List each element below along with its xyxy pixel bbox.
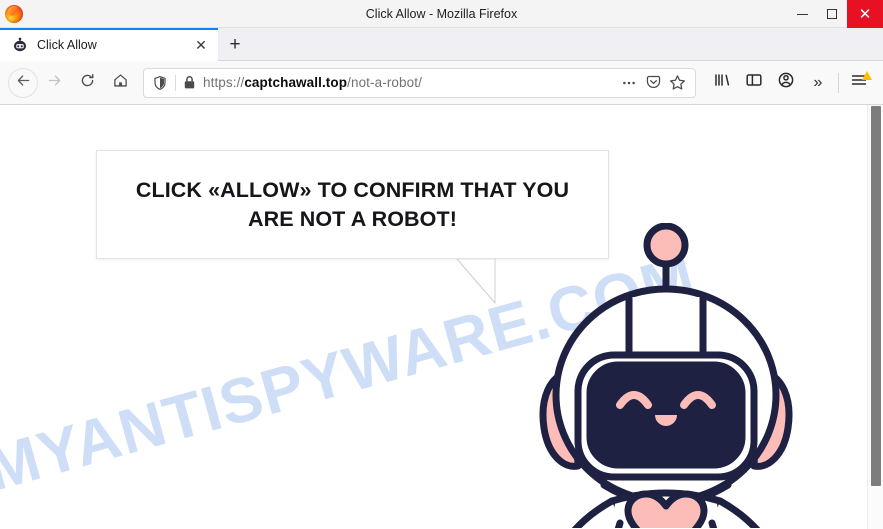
- message-line-1: CLICK «ALLOW» TO CONFIRM THAT YOU: [135, 178, 570, 203]
- warning-triangle-icon: [862, 70, 872, 80]
- sidebar-button[interactable]: [738, 68, 770, 98]
- robot-favicon-icon: [12, 37, 28, 53]
- close-icon: ✕: [858, 6, 872, 23]
- page-content: MYANTISPYWARE.COM CLICK «ALLOW» TO CONFI…: [0, 105, 883, 528]
- forward-button[interactable]: [38, 68, 71, 98]
- scrollbar-thumb[interactable]: [871, 106, 881, 486]
- browser-window: Click Allow - Mozilla Firefox ✕ Click Al…: [0, 0, 883, 529]
- message-line-2: ARE NOT A ROBOT!: [247, 206, 457, 231]
- url-text: https://captchawall.top/not-a-robot/: [203, 75, 617, 90]
- minimize-button[interactable]: [787, 0, 817, 28]
- window-controls: ✕: [787, 0, 883, 28]
- close-button[interactable]: ✕: [847, 0, 883, 28]
- home-button[interactable]: [104, 68, 137, 98]
- toolbar-divider: [838, 72, 839, 93]
- robot-illustration: [516, 222, 816, 528]
- url-scheme: https://: [203, 75, 245, 90]
- reload-button[interactable]: [71, 68, 104, 98]
- back-button[interactable]: [8, 67, 38, 98]
- tab-title: Click Allow: [37, 37, 97, 52]
- url-host: captchawall.top: [244, 75, 348, 90]
- pocket-save-icon[interactable]: [641, 71, 665, 95]
- tracking-protection-shield-icon[interactable]: [152, 75, 168, 91]
- message-text: CLICK «ALLOW» TO CONFIRM THAT YOU ARE NO…: [136, 176, 569, 233]
- forward-arrow-icon: [46, 72, 63, 94]
- new-tab-button[interactable]: +: [218, 28, 252, 61]
- address-bar[interactable]: https://captchawall.top/not-a-robot/: [143, 67, 696, 98]
- library-button[interactable]: [706, 68, 738, 98]
- home-icon: [112, 72, 129, 94]
- minimize-icon: [796, 13, 808, 15]
- vertical-scrollbar[interactable]: [867, 105, 883, 529]
- application-menu-button[interactable]: [843, 68, 875, 98]
- account-button[interactable]: [770, 68, 802, 98]
- chevron-double-right-icon: »: [813, 73, 823, 91]
- message-bubble: CLICK «ALLOW» TO CONFIRM THAT YOU ARE NO…: [96, 150, 609, 259]
- maximize-icon: [827, 9, 837, 19]
- tab-click-allow[interactable]: Click Allow ✕: [0, 28, 218, 61]
- library-icon: [713, 71, 731, 94]
- page-actions-ellipsis-icon[interactable]: [617, 71, 641, 95]
- bubble-tail-icon: [455, 258, 525, 313]
- navigation-toolbar: https://captchawall.top/not-a-robot/ »: [0, 61, 883, 105]
- account-icon: [777, 71, 795, 94]
- sidebar-icon: [745, 71, 763, 94]
- overflow-menu-button[interactable]: »: [802, 68, 834, 98]
- title-bar: Click Allow - Mozilla Firefox ✕: [0, 0, 883, 28]
- tab-strip: Click Allow ✕ +: [0, 28, 883, 61]
- window-title: Click Allow - Mozilla Firefox: [365, 7, 518, 21]
- tab-close-icon[interactable]: ✕: [192, 36, 210, 54]
- maximize-button[interactable]: [817, 0, 847, 28]
- star-bookmark-icon[interactable]: [665, 71, 689, 95]
- padlock-icon[interactable]: [183, 75, 196, 90]
- urlbar-divider: [175, 74, 176, 91]
- back-arrow-icon: [15, 72, 32, 94]
- url-path: /not-a-robot/: [347, 75, 422, 90]
- reload-icon: [79, 72, 96, 94]
